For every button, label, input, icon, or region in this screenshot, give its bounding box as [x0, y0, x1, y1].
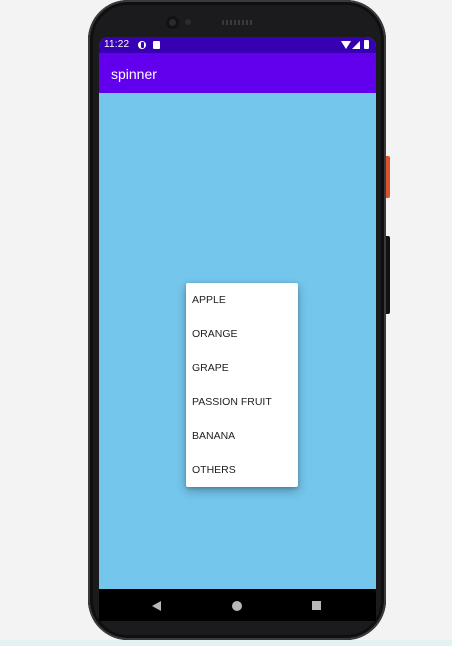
signal-icon: [352, 41, 360, 49]
phone-chin: [99, 619, 376, 621]
front-camera-icon: [166, 16, 179, 29]
app-bar: spinner: [99, 53, 376, 93]
spinner-option-others[interactable]: OTHERS: [186, 453, 298, 487]
sensor-icon: [185, 19, 191, 25]
sim-card-icon: [153, 41, 160, 49]
spinner-dropdown: APPLE ORANGE GRAPE PASSION FRUIT BANANA …: [186, 283, 298, 487]
status-bar: 11:22: [99, 37, 376, 53]
wifi-icon: [341, 41, 351, 49]
back-icon[interactable]: [152, 601, 161, 611]
status-time: 11:22: [104, 39, 130, 50]
power-button[interactable]: [386, 156, 390, 198]
spinner-option-orange[interactable]: ORANGE: [186, 317, 298, 351]
app-title: spinner: [111, 66, 157, 82]
navigation-bar: [99, 589, 376, 621]
earpiece-speaker: [222, 20, 254, 25]
recents-icon[interactable]: [312, 601, 321, 610]
device-screen: 11:22 spinner APPLE ORANGE GRAPE PASSION…: [99, 37, 376, 619]
home-icon[interactable]: [232, 601, 242, 611]
battery-icon: [364, 40, 369, 49]
page-bottom-strip: [0, 640, 452, 646]
spinner-option-grape[interactable]: GRAPE: [186, 351, 298, 385]
spinner-option-banana[interactable]: BANANA: [186, 419, 298, 453]
spinner-option-passion-fruit[interactable]: PASSION FRUIT: [186, 385, 298, 419]
spinner-option-apple[interactable]: APPLE: [186, 283, 298, 317]
volume-button[interactable]: [386, 236, 390, 314]
notification-icon: [138, 41, 146, 49]
